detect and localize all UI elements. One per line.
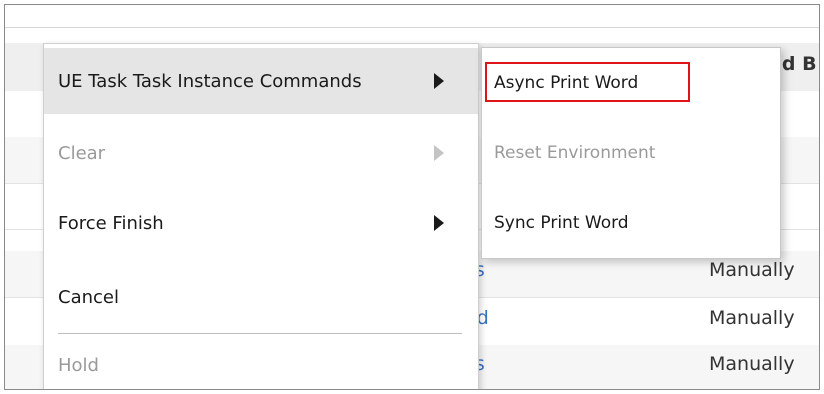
submenu-item-async-print-word[interactable]: Async Print Word [482, 50, 780, 116]
menu-item-cancel[interactable]: Cancel [44, 264, 478, 330]
menu-item-label: UE Task Task Instance Commands [58, 70, 362, 92]
screenshot-frame: ed B ally ally ally ss Manually ed Manua… [4, 4, 820, 390]
menu-item-label: Hold [58, 354, 99, 376]
menu-item-hold[interactable]: Hold [44, 332, 478, 389]
submenu-item-sync-print-word[interactable]: Sync Print Word [482, 190, 780, 256]
menu-item-force-finish[interactable]: Force Finish [44, 190, 478, 256]
menu-item-label: Cancel [58, 286, 119, 308]
menu-item-label: Clear [58, 142, 106, 164]
menu-item-ue-task-commands[interactable]: UE Task Task Instance Commands [44, 48, 478, 114]
row-method: Manually [709, 353, 795, 375]
submenu-item-label: Async Print Word [494, 73, 639, 93]
submenu-arrow-icon [434, 73, 444, 89]
menu-item-label: Force Finish [58, 212, 164, 234]
submenu-arrow-icon [434, 145, 444, 161]
submenu: Async Print Word Reset Environment Sync … [481, 47, 781, 259]
submenu-item-label: Sync Print Word [494, 213, 629, 233]
submenu-item-reset-environment[interactable]: Reset Environment [482, 120, 780, 186]
submenu-arrow-icon [434, 215, 444, 231]
context-menu: UE Task Task Instance Commands Clear For… [43, 43, 479, 389]
row-method: Manually [709, 259, 795, 281]
row-method: Manually [709, 307, 795, 329]
table-toolbar [5, 5, 819, 28]
menu-item-clear[interactable]: Clear [44, 120, 478, 186]
submenu-item-label: Reset Environment [494, 143, 656, 163]
